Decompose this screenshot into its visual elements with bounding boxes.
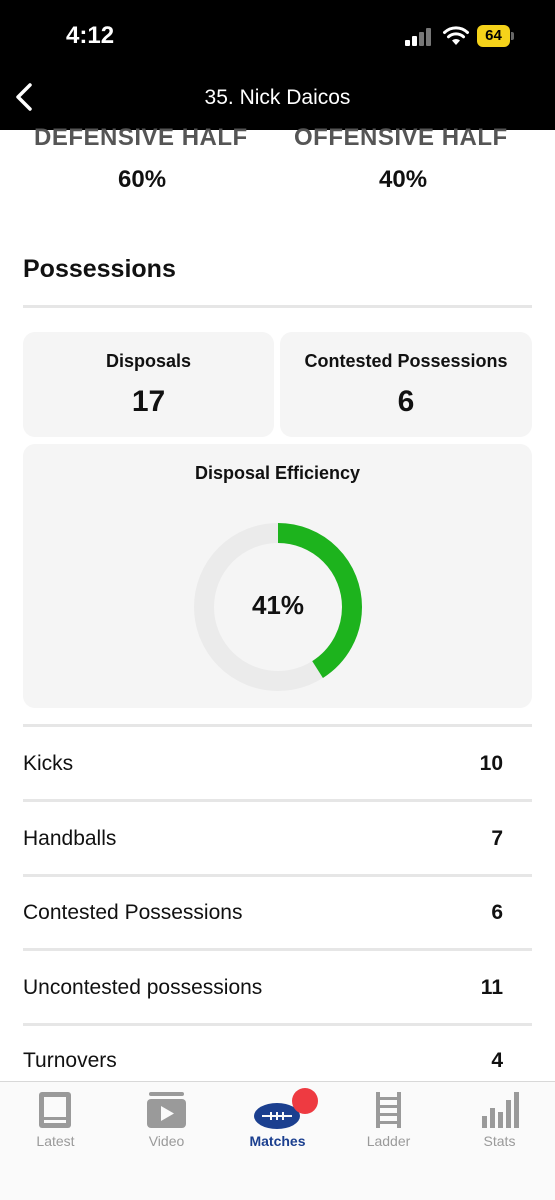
disposals-value: 17 bbox=[131, 385, 166, 418]
battery-level: 64 bbox=[485, 27, 502, 44]
tab-label: Stats bbox=[483, 1133, 516, 1149]
tab-bar: Latest Video Matches Ladder Stats bbox=[0, 1081, 555, 1200]
video-icon bbox=[147, 1092, 186, 1128]
battery-icon: 64 bbox=[477, 25, 515, 47]
stat-row-contested-possessions: Contested Possessions 6 bbox=[23, 876, 532, 950]
tab-label: Video bbox=[148, 1133, 185, 1149]
stat-row-kicks: Kicks 10 bbox=[23, 727, 532, 801]
stats-icon bbox=[482, 1092, 519, 1128]
possessions-title: Possessions bbox=[23, 255, 176, 283]
stat-label: Turnovers bbox=[23, 1049, 117, 1072]
disposals-label: Disposals bbox=[105, 351, 192, 371]
latest-icon bbox=[39, 1092, 71, 1128]
offensive-half-value: 40% bbox=[379, 166, 428, 193]
page-title: 35. Nick Daicos bbox=[204, 86, 351, 109]
tab-stats[interactable]: Stats bbox=[444, 1082, 555, 1162]
defensive-half-label: DEFENSIVE HALF bbox=[34, 124, 248, 151]
stat-value: 11 bbox=[480, 976, 503, 999]
stat-value: 7 bbox=[491, 827, 503, 850]
disposals-card: Disposals 17 bbox=[23, 332, 274, 437]
contested-possessions-label: Contested Possessions bbox=[304, 351, 508, 371]
stat-label: Kicks bbox=[23, 752, 74, 775]
defensive-half-value: 60% bbox=[118, 166, 167, 193]
stat-label: Contested Possessions bbox=[23, 901, 243, 924]
contested-possessions-card: Contested Possessions 6 bbox=[280, 332, 532, 437]
tab-ladder[interactable]: Ladder bbox=[333, 1082, 444, 1162]
stat-label: Uncontested possessions bbox=[23, 976, 263, 999]
tab-label: Ladder bbox=[366, 1133, 411, 1149]
stat-value: 4 bbox=[491, 1049, 503, 1072]
offensive-half-label: OFFENSIVE HALF bbox=[294, 124, 508, 151]
notification-badge bbox=[292, 1088, 318, 1114]
section-divider bbox=[23, 305, 532, 308]
stat-row-uncontested-possessions: Uncontested possessions 11 bbox=[23, 951, 532, 1025]
stat-row-turnovers: Turnovers 4 bbox=[23, 1025, 532, 1081]
disposal-efficiency-value: 41% bbox=[251, 590, 305, 620]
tab-video[interactable]: Video bbox=[111, 1082, 222, 1162]
top-bar: 4:12 64 35. Nick Daicos bbox=[0, 0, 555, 130]
status-time: 4:12 bbox=[66, 22, 115, 49]
half-labels: DEFENSIVE HALF OFFENSIVE HALF bbox=[0, 124, 555, 154]
disposal-efficiency-label: Disposal Efficiency bbox=[194, 463, 361, 483]
stat-row-handballs: Handballs 7 bbox=[23, 802, 532, 876]
tab-label: Matches bbox=[249, 1133, 306, 1149]
stat-value: 10 bbox=[479, 752, 503, 775]
tab-latest[interactable]: Latest bbox=[0, 1082, 111, 1162]
contested-possessions-value: 6 bbox=[397, 385, 415, 418]
tab-label: Latest bbox=[36, 1133, 75, 1149]
wifi-icon bbox=[443, 26, 469, 45]
stat-label: Handballs bbox=[23, 827, 117, 850]
ladder-icon bbox=[376, 1092, 401, 1128]
signal-icon bbox=[405, 28, 435, 46]
stat-value: 6 bbox=[491, 901, 503, 924]
